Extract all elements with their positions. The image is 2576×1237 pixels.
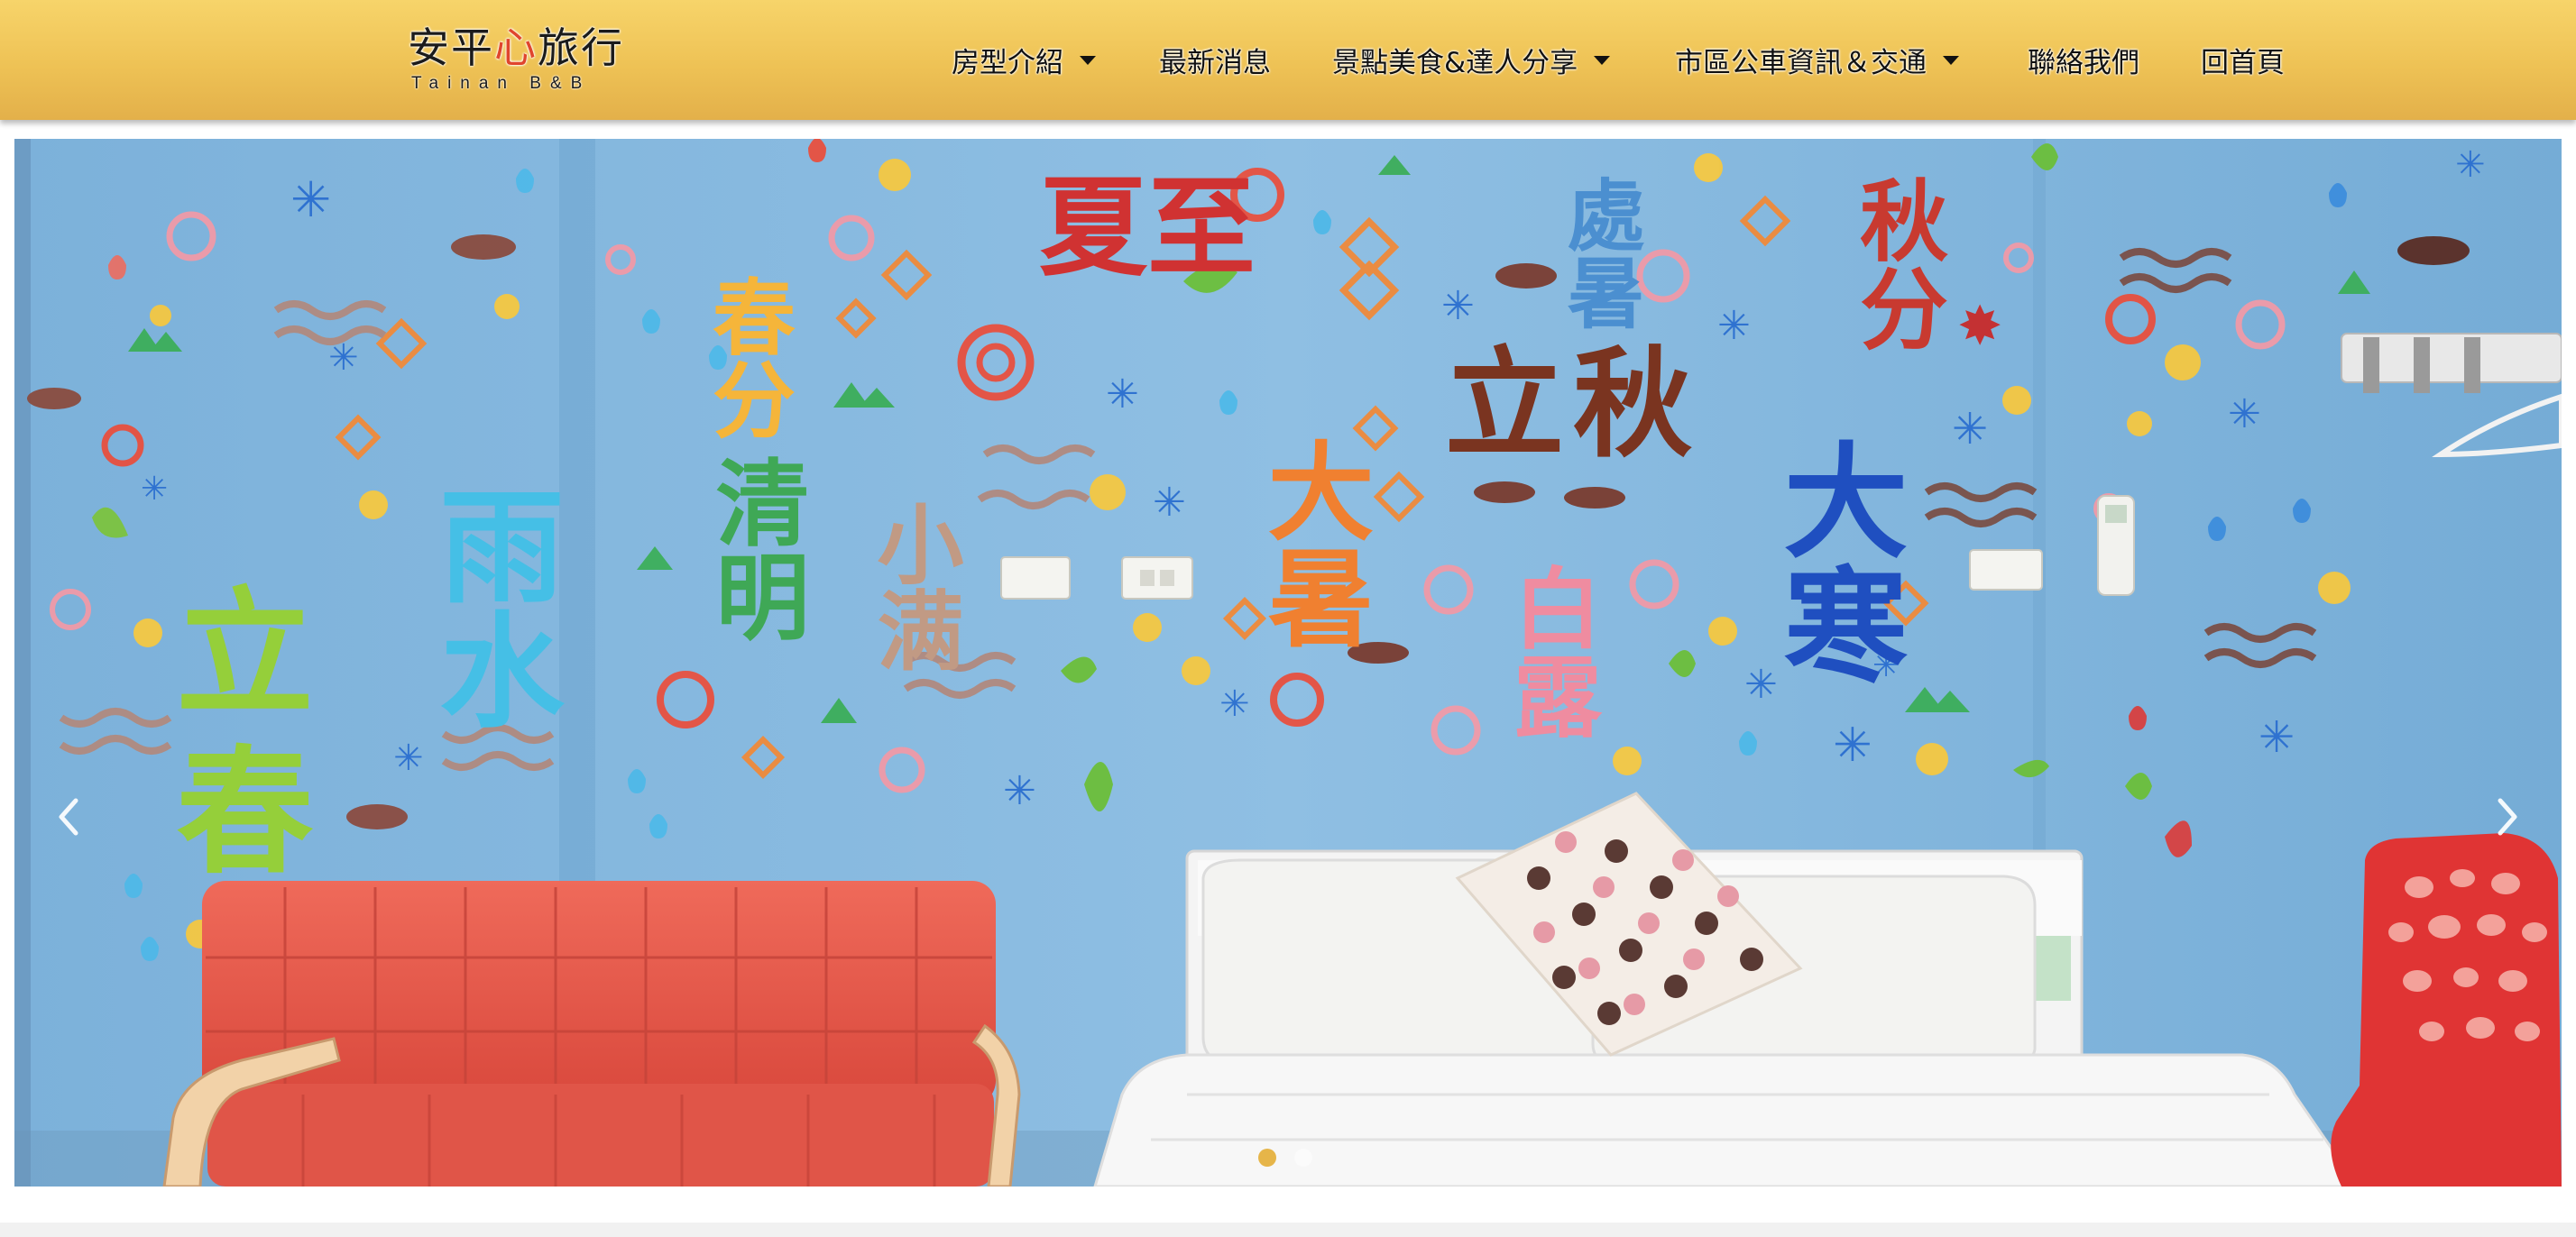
page-bottom-strip (0, 1223, 2576, 1237)
nav-item-label: 回首頁 (2201, 46, 2285, 79)
svg-text:✳: ✳ (290, 171, 331, 228)
svg-text:✳: ✳ (141, 471, 168, 508)
nav-item-label: 市區公車資訊＆交通 (1675, 46, 1927, 79)
svg-text:✳: ✳ (1717, 303, 1751, 349)
svg-text:✳: ✳ (1833, 719, 1872, 773)
svg-text:✳: ✳ (1441, 283, 1475, 329)
wall-text-lichun: 立春 (153, 581, 314, 898)
chevron-left-icon (59, 798, 78, 836)
svg-text:✳: ✳ (1153, 480, 1186, 526)
svg-text:✳: ✳ (1106, 371, 1139, 417)
svg-text:✳: ✳ (1219, 683, 1250, 725)
svg-text:✳: ✳ (1003, 768, 1036, 814)
wall-text-chunfen: 春分 (699, 274, 796, 440)
wall-text-liqiu: 立秋 (1445, 335, 1701, 474)
chair (2331, 833, 2562, 1187)
slider-dot-1[interactable] (1258, 1149, 1276, 1167)
hero-slider[interactable]: ✳ ✳ ✳ ✳ ✳ ✳ ✳ ✳ ✳ ✳ ✳ ✳ ✳ ✳ ✳ ✳ ✳ ✸ 立春 雨… (14, 139, 2562, 1187)
wall-text-bailu: 白露 (1498, 563, 1601, 739)
logo-heart: 心 (494, 23, 538, 72)
logo-title-suffix: 旅行 (538, 23, 624, 72)
caret-down-icon (1594, 56, 1611, 65)
wall-text-xiaoman: 小满 (862, 499, 963, 673)
svg-text:✳: ✳ (2455, 144, 2486, 186)
nav-item-label: 最新消息 (1159, 46, 1271, 79)
sofa (162, 881, 1021, 1187)
svg-text:✳: ✳ (328, 337, 359, 379)
nav-item-news[interactable]: 最新消息 (1159, 38, 1271, 81)
caret-down-icon (1080, 56, 1096, 65)
wall-text-dahan: 大寒 (1762, 436, 1909, 685)
site-header: 安平心旅行 Tainan B&B 房型介紹 最新消息 景點美食&達人分享 市區公… (0, 0, 2576, 120)
wall-text-chushu: 處暑 (1553, 175, 1644, 330)
svg-text:✳: ✳ (2228, 391, 2261, 437)
nav-item-home[interactable]: 回首頁 (2201, 38, 2285, 81)
wall-text-yushui: 雨水 (419, 481, 564, 730)
svg-text:✸: ✸ (1957, 295, 2002, 358)
site-logo[interactable]: 安平心旅行 Tainan B&B (408, 23, 624, 99)
nav-item-room-types[interactable]: 房型介紹 (952, 38, 1096, 81)
nav-item-contact[interactable]: 聯絡我們 (2028, 38, 2139, 81)
nav-item-label: 聯絡我們 (2028, 46, 2139, 79)
logo-title-prefix: 安平 (408, 23, 494, 72)
slider-dot-2[interactable] (1294, 1149, 1312, 1167)
wall-text-xiazhi: 夏至 (1039, 166, 1256, 291)
hero-slide-image: ✳ ✳ ✳ ✳ ✳ ✳ ✳ ✳ ✳ ✳ ✳ ✳ ✳ ✳ ✳ ✳ ✳ ✸ 立春 雨… (14, 139, 2562, 1187)
slider-next-button[interactable] (2488, 790, 2527, 844)
svg-text:✳: ✳ (393, 738, 424, 779)
chevron-right-icon (2498, 798, 2517, 836)
slider-pagination (1258, 1149, 1312, 1168)
svg-text:✳: ✳ (1952, 404, 1988, 454)
nav-item-label: 房型介紹 (952, 46, 1063, 79)
logo-title: 安平心旅行 (408, 23, 624, 72)
wall-text-dashu: 大暑 (1249, 436, 1374, 649)
slider-prev-button[interactable] (49, 790, 88, 844)
wall-text-qiufen: 秋分 (1845, 175, 1948, 352)
svg-text:✳: ✳ (2259, 712, 2295, 763)
wall-text-qingming: 清明 (699, 454, 809, 642)
nav-item-label: 景點美食&達人分享 (1332, 46, 1578, 79)
caret-down-icon (1943, 56, 1959, 65)
nav-item-bus-transport[interactable]: 市區公車資訊＆交通 (1675, 38, 1959, 81)
nav-item-attractions-food[interactable]: 景點美食&達人分享 (1332, 38, 1611, 81)
logo-subtitle: Tainan B&B (411, 74, 592, 93)
